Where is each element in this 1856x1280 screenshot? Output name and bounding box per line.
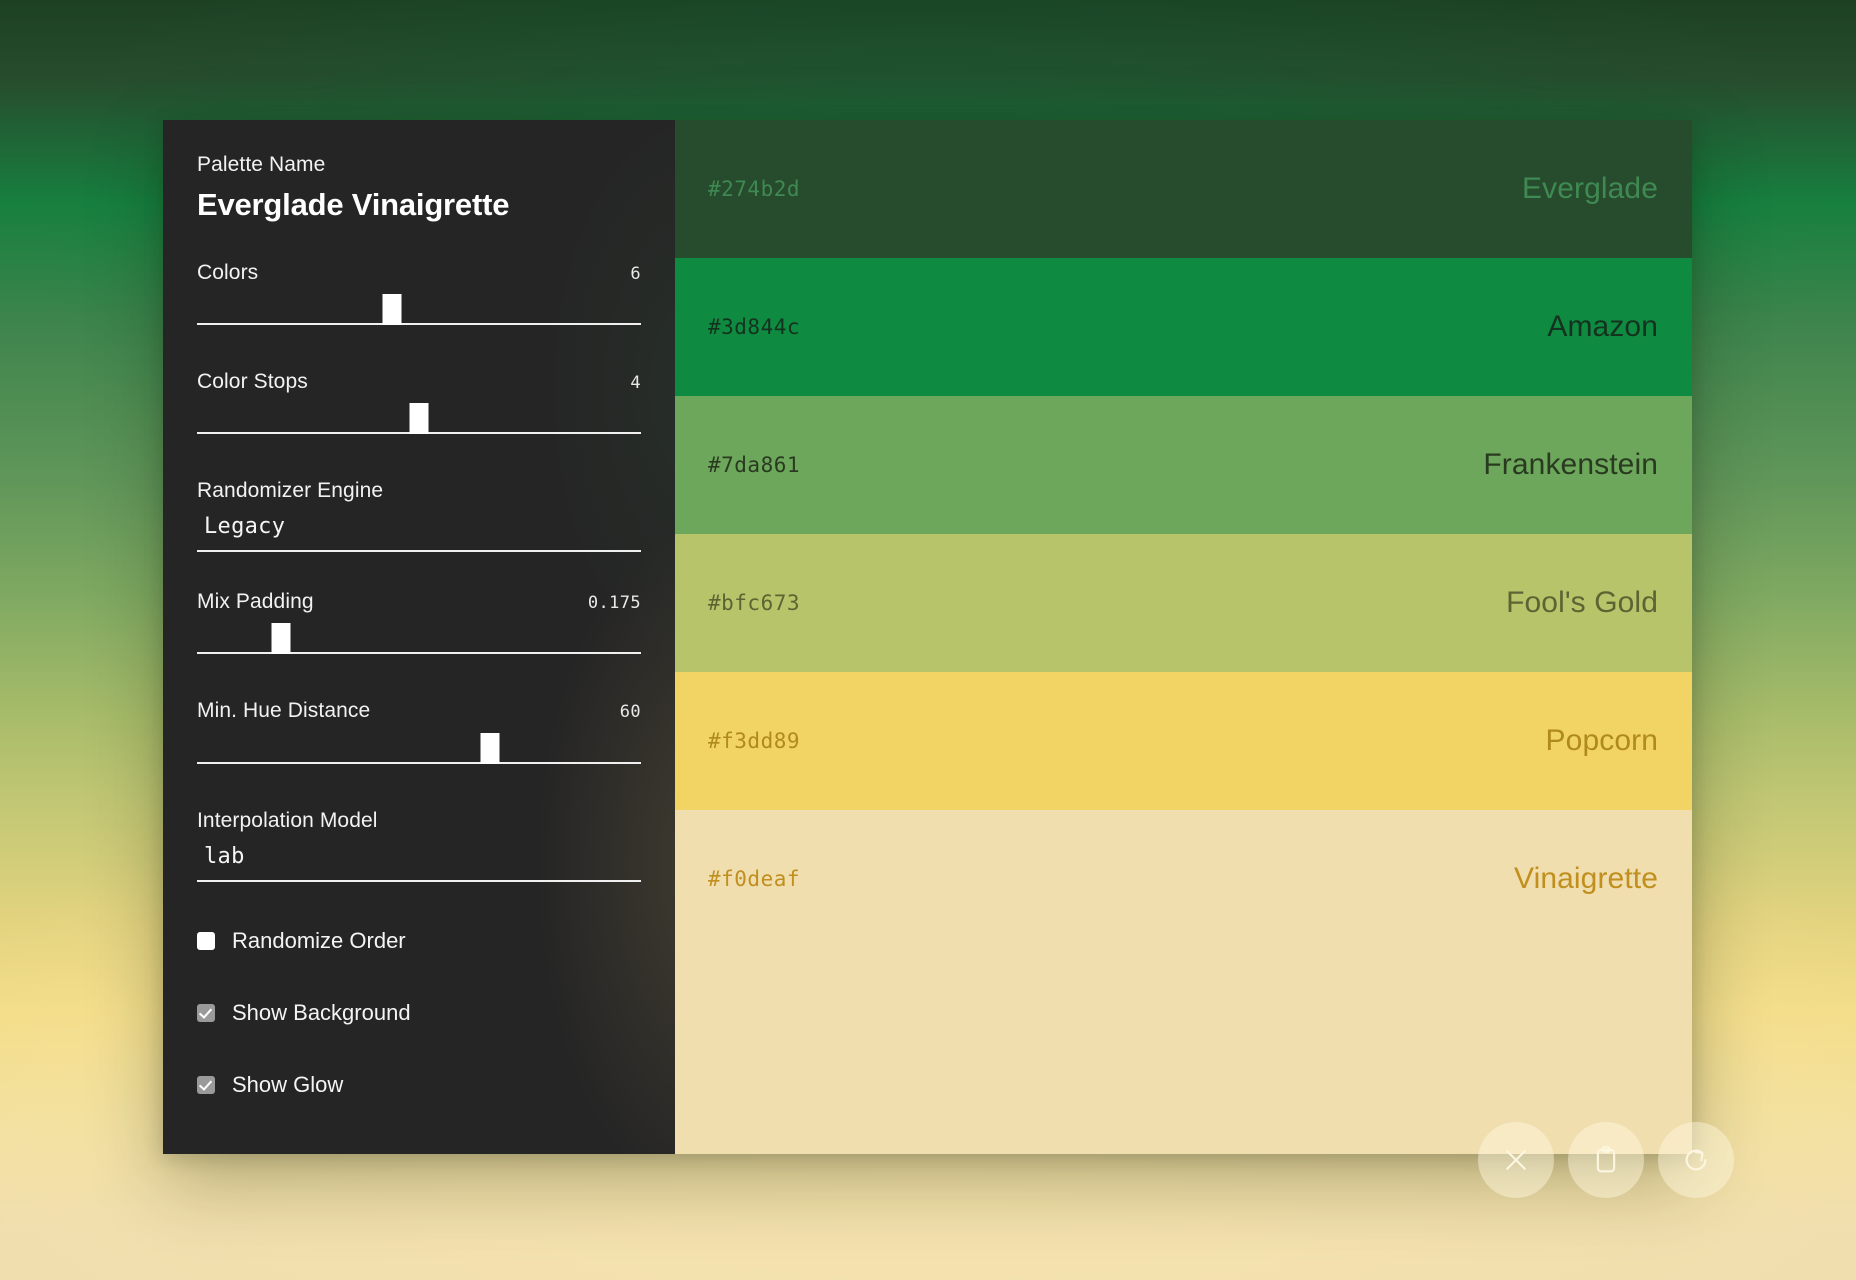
slider-min-hue-distance-value: 60 (619, 702, 641, 723)
regenerate-button[interactable] (1658, 1122, 1734, 1198)
palette-generator-window: Palette Name Everglade Vinaigrette Color… (163, 120, 1692, 1154)
swatch-list: #274b2d Everglade #3d844c Amazon #7da861… (675, 120, 1692, 1154)
slider-colors-label: Colors (197, 261, 259, 285)
swatch-hex: #3d844c (708, 315, 801, 339)
swatch-name: Popcorn (1545, 724, 1658, 757)
swatch-hex: #bfc673 (708, 591, 801, 615)
refresh-icon (1681, 1145, 1711, 1175)
slider-color-stops: Color Stops 4 (197, 370, 641, 441)
close-button[interactable] (1478, 1122, 1554, 1198)
action-button-group (1478, 1122, 1734, 1198)
slider-min-hue-distance: Min. Hue Distance 60 (197, 699, 641, 770)
checkbox-show-background-label: Show Background (232, 999, 411, 1025)
slider-colors-track[interactable] (197, 294, 641, 332)
slider-min-hue-distance-rail (197, 761, 641, 764)
select-randomizer-engine: Randomizer Engine Legacy (197, 479, 641, 553)
slider-mix-padding-value: 0.175 (587, 593, 641, 614)
swatch-row[interactable]: #bfc673 Fool's Gold (675, 534, 1692, 672)
checkbox-randomize-order[interactable]: Randomize Order (197, 928, 641, 954)
palette-name-label: Palette Name (197, 153, 326, 176)
select-randomizer-engine-value[interactable]: Legacy (197, 502, 641, 550)
select-interpolation-model: Interpolation Model lab (197, 809, 641, 882)
swatch-row[interactable]: #f3dd89 Popcorn (675, 672, 1692, 810)
swatch-name: Frankenstein (1483, 448, 1658, 481)
swatch-hex: #f0deaf (708, 867, 801, 891)
select-randomizer-engine-underline (197, 550, 641, 553)
select-randomizer-engine-label: Randomizer Engine (197, 479, 384, 503)
slider-mix-padding-thumb[interactable] (271, 623, 291, 655)
swatch-row[interactable]: #7da861 Frankenstein (675, 396, 1692, 534)
close-icon (1501, 1145, 1531, 1175)
select-interpolation-model-label: Interpolation Model (197, 808, 378, 832)
checkbox-show-glow-box[interactable] (197, 1075, 215, 1094)
slider-min-hue-distance-track[interactable] (197, 732, 641, 771)
checkbox-show-background[interactable]: Show Background (197, 1000, 641, 1026)
slider-colors-thumb[interactable] (382, 294, 402, 326)
swatch-name: Vinaigrette (1514, 862, 1658, 895)
palette-name-value[interactable]: Everglade Vinaigrette (197, 187, 641, 223)
checkbox-randomize-order-box[interactable] (197, 931, 215, 950)
slider-min-hue-distance-thumb[interactable] (480, 732, 500, 764)
slider-mix-padding-label: Mix Padding (197, 590, 314, 614)
slider-colors: Colors 6 (197, 261, 641, 332)
swatch-hex: #7da861 (708, 453, 801, 477)
slider-colors-rail (197, 323, 641, 326)
checkbox-show-glow-label: Show Glow (232, 1071, 344, 1097)
swatch-row[interactable]: #f0deaf Vinaigrette (675, 810, 1692, 948)
slider-color-stops-thumb[interactable] (409, 403, 429, 435)
select-interpolation-model-underline (197, 879, 641, 882)
checkbox-show-background-box[interactable] (197, 1003, 215, 1022)
slider-min-hue-distance-label: Min. Hue Distance (197, 699, 371, 723)
swatch-hex: #f3dd89 (708, 729, 801, 753)
swatch-name: Fool's Gold (1506, 586, 1658, 619)
slider-mix-padding: Mix Padding 0.175 (197, 590, 641, 661)
controls-panel: Palette Name Everglade Vinaigrette Color… (163, 120, 675, 1154)
swatch-name: Amazon (1547, 310, 1658, 343)
swatch-row[interactable]: #274b2d Everglade (675, 120, 1692, 258)
slider-mix-padding-rail (197, 652, 641, 655)
clipboard-button[interactable] (1568, 1122, 1644, 1198)
checkbox-show-glow[interactable]: Show Glow (197, 1072, 641, 1098)
swatch-row[interactable]: #3d844c Amazon (675, 258, 1692, 396)
swatch-name: Everglade (1522, 172, 1658, 205)
select-interpolation-model-value[interactable]: lab (197, 832, 641, 880)
slider-colors-value: 6 (630, 264, 641, 285)
slider-color-stops-label: Color Stops (197, 370, 308, 394)
clipboard-icon (1591, 1145, 1621, 1175)
checkbox-randomize-order-label: Randomize Order (232, 927, 406, 953)
slider-color-stops-value: 4 (630, 373, 641, 394)
swatch-hex: #274b2d (708, 177, 801, 201)
slider-color-stops-track[interactable] (197, 403, 641, 441)
slider-mix-padding-track[interactable] (197, 623, 641, 661)
